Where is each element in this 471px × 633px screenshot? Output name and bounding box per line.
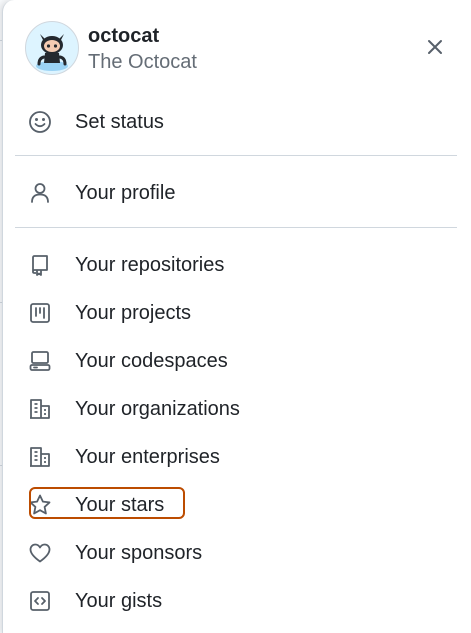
heart-icon (27, 540, 53, 566)
menu-item-label: Your sponsors (75, 541, 203, 564)
project-icon (27, 300, 53, 326)
user-display-name: The Octocat (88, 51, 197, 73)
person-icon (27, 180, 53, 206)
menu-item-label: Your organizations (75, 397, 240, 420)
menu-item-label: Your gists (75, 589, 163, 612)
menu-item-your-codespaces[interactable]: Your codespaces (27, 343, 228, 379)
smiley-icon (27, 109, 53, 135)
menu-item-label: Your codespaces (75, 349, 228, 372)
enterprise-icon (27, 444, 53, 470)
menu-divider (15, 155, 457, 156)
user-login: octocat (88, 25, 160, 47)
account-menu-screen: octocat The Octocat Set status Your prof… (0, 0, 471, 633)
menu-item-set-status[interactable]: Set status (27, 104, 164, 140)
close-icon[interactable] (420, 32, 450, 62)
menu-item-your-enterprises[interactable]: Your enterprises (27, 439, 220, 475)
highlight-outline (29, 487, 185, 519)
octocat-avatar[interactable] (25, 21, 79, 75)
menu-item-label: Your projects (75, 301, 191, 324)
menu-item-your-profile[interactable]: Your profile (27, 175, 175, 211)
menu-item-label: Your profile (75, 181, 176, 204)
menu-item-label: Set status (75, 110, 164, 133)
menu-item-label: Your enterprises (75, 445, 220, 468)
menu-item-label: Your repositories (75, 253, 225, 276)
organization-icon (27, 396, 53, 422)
account-menu-header: octocat The Octocat (3, 0, 471, 100)
menu-item-your-repositories[interactable]: Your repositories (27, 247, 224, 283)
repo-icon (27, 252, 53, 278)
codespaces-icon (27, 348, 53, 374)
code-square-icon (27, 588, 53, 614)
menu-item-your-projects[interactable]: Your projects (27, 295, 191, 331)
menu-item-your-sponsors[interactable]: Your sponsors (27, 535, 202, 571)
menu-item-your-organizations[interactable]: Your organizations (27, 391, 240, 427)
account-menu-panel: octocat The Octocat Set status Your prof… (2, 0, 471, 633)
menu-divider (15, 227, 457, 228)
menu-item-your-gists[interactable]: Your gists (27, 583, 162, 619)
